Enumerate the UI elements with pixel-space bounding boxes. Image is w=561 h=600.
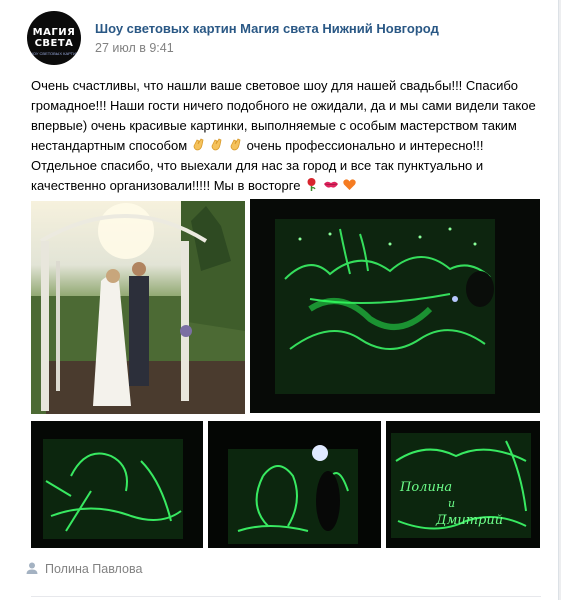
glow-couple [228, 445, 358, 544]
divider [31, 596, 541, 597]
wedding-scene [31, 201, 245, 414]
post-text: Очень счастливы, что нашли ваше световое… [31, 76, 541, 196]
wall-post: МАГИЯ СВЕТА ШОУ СВЕТОВЫХ КАРТИН Шоу свет… [0, 0, 559, 600]
light-show-landscape-photo[interactable] [250, 199, 540, 413]
clap-icon [212, 138, 222, 151]
avatar-tagline: ШОУ СВЕТОВЫХ КАРТИН [29, 51, 79, 56]
names-glow-and: и [448, 497, 455, 510]
post-author-link[interactable]: Шоу световых картин Магия света Нижний Н… [95, 21, 439, 36]
clap-icon [193, 138, 204, 151]
group-avatar[interactable]: МАГИЯ СВЕТА ШОУ СВЕТОВЫХ КАРТИН [27, 11, 81, 65]
light-show-portrait-photo[interactable] [31, 421, 203, 548]
glow-names: Полина и Дмитрий [391, 433, 531, 538]
glow-portrait [43, 439, 183, 539]
glow-landscape [275, 219, 495, 394]
post-signature[interactable]: Полина Павлова [25, 561, 142, 576]
light-show-couple-photo[interactable] [208, 421, 381, 548]
names-glow-text2: Дмитрий [435, 513, 503, 528]
wedding-couple-photo[interactable] [31, 201, 245, 414]
clap-icon [230, 138, 241, 151]
names-glow-text: Полина [399, 480, 452, 495]
heart-icon [343, 179, 357, 190]
kiss-icon [323, 181, 338, 188]
person-icon [26, 562, 38, 574]
avatar-line1: МАГИЯ [32, 27, 76, 38]
avatar-line2: СВЕТА [34, 38, 74, 49]
light-show-names-photo[interactable]: Полина и Дмитрий [386, 421, 540, 548]
rose-icon [307, 178, 316, 191]
signature-name: Полина Павлова [45, 562, 143, 576]
post-date-link[interactable]: 27 июл в 9:41 [95, 41, 174, 55]
